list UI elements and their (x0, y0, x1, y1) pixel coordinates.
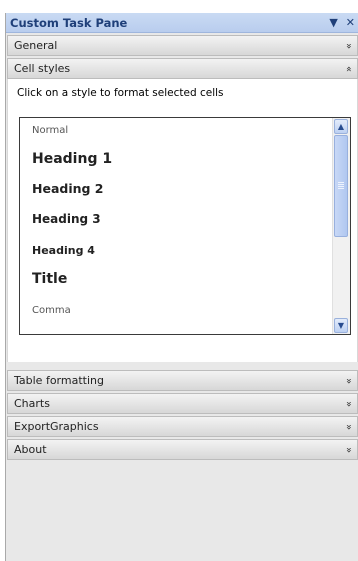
section-general-label: General (14, 39, 58, 52)
section-cell-styles[interactable]: Cell styles « (7, 58, 358, 79)
task-pane-title: Custom Task Pane (10, 15, 128, 30)
dropdown-arrow-icon[interactable]: ▼ (329, 17, 337, 28)
cell-styles-listbox[interactable]: Normal Heading 1 Heading 2 Heading 3 Hea… (19, 117, 351, 335)
arrow-up-icon: ▲ (337, 122, 345, 131)
task-pane-titlebar: Custom Task Pane ▼ ✕ (6, 13, 358, 33)
vertical-scrollbar[interactable]: ▲ ▼ (332, 118, 350, 334)
section-export-graphics-label: ExportGraphics (14, 420, 99, 433)
style-list: Normal Heading 1 Heading 2 Heading 3 Hea… (20, 118, 333, 334)
scroll-down-button[interactable]: ▼ (334, 318, 348, 333)
custom-task-pane: Custom Task Pane ▼ ✕ General » Cell styl… (5, 13, 358, 561)
chevron-down-icon: » (342, 423, 354, 430)
chevron-up-icon: « (342, 65, 354, 72)
cell-styles-hint: Click on a style to format selected cell… (17, 87, 224, 99)
section-general[interactable]: General » (7, 35, 358, 56)
section-about-label: About (14, 443, 47, 456)
section-charts[interactable]: Charts » (7, 393, 358, 414)
chevron-down-icon: » (342, 377, 354, 384)
grip-icon (338, 182, 344, 189)
section-cell-styles-label: Cell styles (14, 62, 71, 75)
style-item-comma[interactable]: Comma (32, 305, 71, 316)
cell-styles-panel: Click on a style to format selected cell… (7, 79, 358, 362)
section-table-formatting-label: Table formatting (14, 374, 104, 387)
section-export-graphics[interactable]: ExportGraphics » (7, 416, 358, 437)
style-item-heading-2[interactable]: Heading 2 (32, 181, 104, 196)
titlebar-controls: ▼ ✕ (329, 17, 355, 28)
style-item-title[interactable]: Title (32, 271, 67, 287)
chevron-down-icon: » (342, 42, 354, 49)
section-about[interactable]: About » (7, 439, 358, 460)
style-item-heading-1[interactable]: Heading 1 (32, 151, 112, 167)
style-item-normal[interactable]: Normal (32, 125, 68, 136)
chevron-down-icon: » (342, 446, 354, 453)
section-charts-label: Charts (14, 397, 50, 410)
scroll-thumb[interactable] (334, 135, 348, 237)
scroll-up-button[interactable]: ▲ (334, 119, 348, 134)
arrow-down-icon: ▼ (337, 321, 345, 330)
chevron-down-icon: » (342, 400, 354, 407)
section-table-formatting[interactable]: Table formatting » (7, 370, 358, 391)
style-item-heading-4[interactable]: Heading 4 (32, 244, 95, 257)
close-icon[interactable]: ✕ (346, 17, 355, 28)
style-item-heading-3[interactable]: Heading 3 (32, 212, 101, 226)
